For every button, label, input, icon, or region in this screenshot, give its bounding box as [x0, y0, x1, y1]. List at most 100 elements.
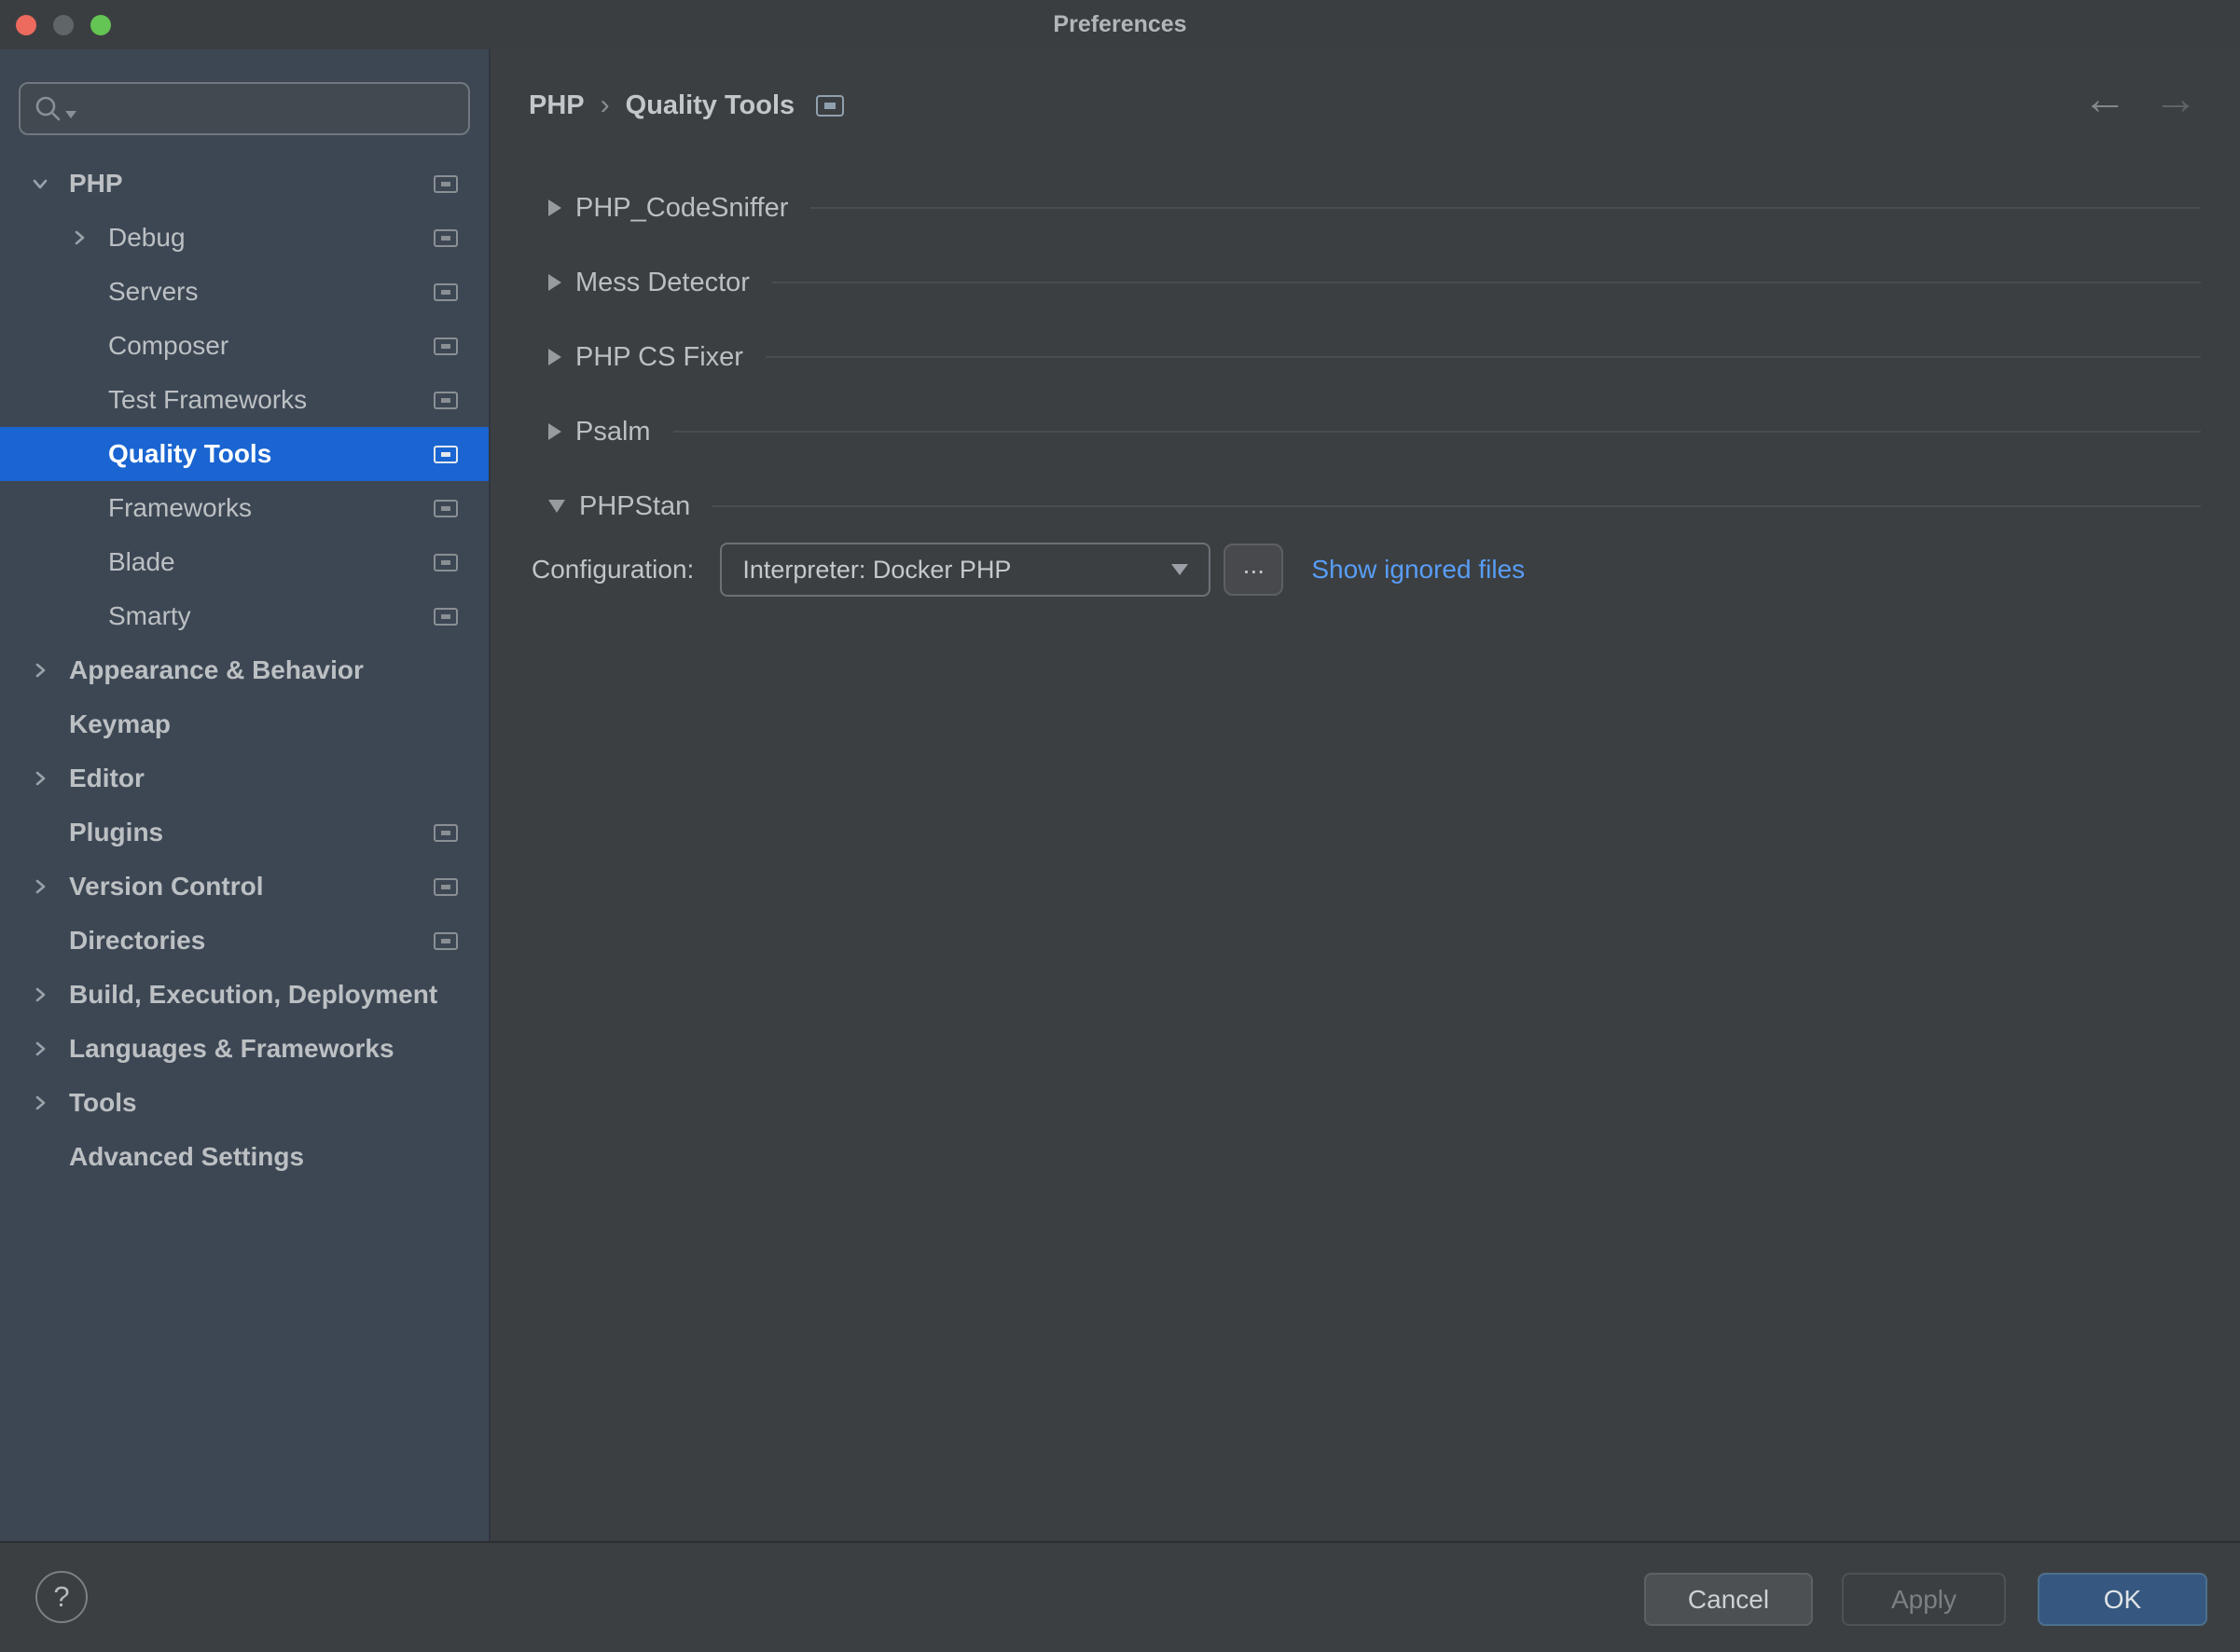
monitor-icon — [434, 446, 458, 463]
sidebar-item-debug[interactable]: Debug — [0, 211, 489, 265]
monitor-icon — [434, 878, 458, 896]
footer: ? Cancel Apply OK — [0, 1541, 2240, 1652]
section-mess-detector[interactable]: Mess Detector — [548, 245, 2201, 320]
show-ignored-files-link[interactable]: Show ignored files — [1311, 555, 1525, 585]
breadcrumb-php[interactable]: PHP — [529, 90, 585, 121]
section-label: PHP_CodeSniffer — [575, 193, 788, 224]
sidebar-item-php[interactable]: PHP — [0, 157, 489, 211]
sidebar-item-label: Version Control — [69, 872, 263, 902]
sidebar-item-label: PHP — [69, 169, 123, 199]
sidebar: PHP Debug Servers Composer Test FrameworksQu… — [0, 49, 491, 1541]
close-button[interactable] — [16, 15, 36, 35]
phpstan-configuration-row: Configuration: Interpreter: Docker PHP .… — [532, 543, 1525, 597]
sidebar-item-appearance-behavior[interactable]: Appearance & Behavior — [0, 643, 489, 697]
sidebar-item-tools[interactable]: Tools — [0, 1076, 489, 1130]
titlebar: Preferences — [0, 0, 2240, 49]
sidebar-item-test-frameworks[interactable]: Test Frameworks — [0, 373, 489, 427]
monitor-icon — [434, 608, 458, 626]
chevron-right-icon[interactable] — [65, 225, 93, 251]
sidebar-item-build-execution-deployment[interactable]: Build, Execution, Deployment — [0, 968, 489, 1022]
monitor-icon — [434, 392, 458, 409]
window-title: Preferences — [1053, 11, 1186, 38]
sidebar-item-advanced-settings[interactable]: Advanced Settings — [0, 1130, 489, 1184]
sidebar-item-composer[interactable]: Composer — [0, 319, 489, 373]
chevron-spacer — [65, 441, 93, 467]
monitor-icon — [434, 229, 458, 247]
chevron-spacer — [65, 279, 93, 305]
zoom-button[interactable] — [90, 15, 111, 35]
sidebar-item-label: Tools — [69, 1088, 137, 1118]
section-psalm[interactable]: Psalm — [548, 394, 2201, 469]
section-php-codesniffer[interactable]: PHP_CodeSniffer — [548, 171, 2201, 245]
chevron-spacer — [26, 928, 54, 954]
section-php-cs-fixer[interactable]: PHP CS Fixer — [548, 320, 2201, 394]
sidebar-item-label: Directories — [69, 926, 205, 956]
monitor-icon — [434, 554, 458, 571]
chevron-right-icon[interactable] — [26, 1090, 54, 1116]
sidebar-item-label: Editor — [69, 764, 145, 793]
section-label: Psalm — [575, 417, 651, 447]
search-icon — [34, 94, 76, 124]
chevron-down-icon[interactable] — [26, 171, 54, 197]
breadcrumb-quality-tools[interactable]: Quality Tools — [626, 90, 795, 121]
breadcrumb: PHP › Quality Tools — [529, 85, 844, 126]
configuration-dropdown[interactable]: Interpreter: Docker PHP — [720, 543, 1210, 597]
configuration-label: Configuration: — [532, 555, 694, 585]
sidebar-item-blade[interactable]: Blade — [0, 535, 489, 589]
sidebar-item-label: Debug — [108, 223, 186, 253]
cancel-button[interactable]: Cancel — [1644, 1573, 1813, 1626]
sidebar-item-quality-tools[interactable]: Quality Tools — [0, 427, 489, 481]
sidebar-item-label: Build, Execution, Deployment — [69, 980, 437, 1010]
search-options-arrow-icon — [65, 111, 76, 118]
section-label: Mess Detector — [575, 268, 750, 298]
sidebar-item-editor[interactable]: Editor — [0, 751, 489, 805]
sidebar-item-frameworks[interactable]: Frameworks — [0, 481, 489, 535]
help-button[interactable]: ? — [35, 1571, 88, 1623]
preferences-window: { "window": { "title": "Preferences" }, … — [0, 0, 2240, 1652]
chevron-spacer — [26, 819, 54, 846]
monitor-icon — [434, 283, 458, 301]
apply-button[interactable]: Apply — [1842, 1573, 2006, 1626]
triangle-right-icon — [548, 274, 561, 291]
chevron-spacer — [65, 549, 93, 575]
chevron-right-icon[interactable] — [26, 1036, 54, 1062]
sidebar-item-servers[interactable]: Servers — [0, 265, 489, 319]
settings-search-box[interactable] — [19, 82, 470, 135]
chevron-spacer — [65, 495, 93, 521]
monitor-icon — [434, 500, 458, 517]
traffic-lights — [16, 15, 111, 35]
sidebar-item-label: Plugins — [69, 818, 163, 847]
quality-tools-sections: PHP_CodeSniffer Mess Detector PHP CS Fixer… — [548, 171, 2201, 544]
sidebar-item-smarty[interactable]: Smarty — [0, 589, 489, 643]
back-arrow-icon[interactable]: ← — [2082, 77, 2127, 122]
triangle-right-icon — [548, 200, 561, 216]
section-divider — [712, 505, 2201, 507]
sidebar-item-label: Keymap — [69, 709, 171, 739]
sidebar-item-languages-frameworks[interactable]: Languages & Frameworks — [0, 1022, 489, 1076]
sidebar-item-label: Servers — [108, 277, 198, 307]
chevron-right-icon[interactable] — [26, 765, 54, 792]
forward-arrow-icon[interactable]: → — [2153, 77, 2198, 122]
breadcrumb-separator: › — [601, 89, 610, 121]
sidebar-item-label: Advanced Settings — [69, 1142, 304, 1172]
chevron-right-icon[interactable] — [26, 982, 54, 1008]
sidebar-item-directories[interactable]: Directories — [0, 914, 489, 968]
sidebar-item-keymap[interactable]: Keymap — [0, 697, 489, 751]
browse-configurations-button[interactable]: ... — [1224, 544, 1283, 596]
section-phpstan[interactable]: PHPStan — [548, 469, 2201, 544]
sidebar-item-label: Smarty — [108, 601, 191, 631]
chevron-down-icon — [1171, 564, 1188, 575]
sidebar-item-label: Languages & Frameworks — [69, 1034, 394, 1064]
sidebar-item-plugins[interactable]: Plugins — [0, 805, 489, 860]
chevron-right-icon[interactable] — [26, 874, 54, 900]
sidebar-item-version-control[interactable]: Version Control — [0, 860, 489, 914]
monitor-icon — [816, 95, 844, 117]
ok-button[interactable]: OK — [2038, 1573, 2207, 1626]
sidebar-item-label: Composer — [108, 331, 228, 361]
minimize-button[interactable] — [53, 15, 74, 35]
search-input[interactable] — [82, 93, 468, 124]
chevron-spacer — [65, 333, 93, 359]
monitor-icon — [434, 337, 458, 355]
monitor-icon — [434, 175, 458, 193]
chevron-right-icon[interactable] — [26, 657, 54, 683]
